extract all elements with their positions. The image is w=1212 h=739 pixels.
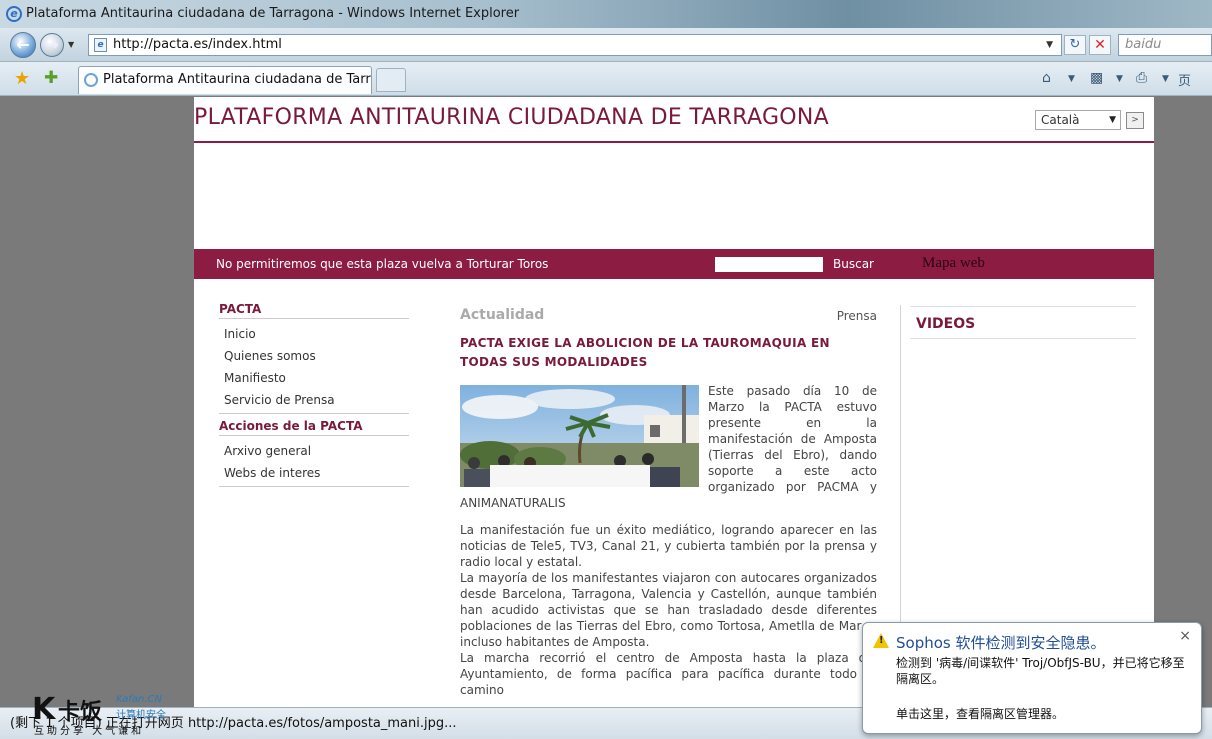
back-arrow-icon: ← bbox=[16, 35, 30, 54]
print-icon[interactable]: ⎙ bbox=[1136, 70, 1147, 86]
site-title: PLATAFORMA ANTITAURINA CIUDADANA DE TARR… bbox=[194, 105, 830, 130]
ie-logo-icon: e bbox=[6, 6, 22, 22]
close-icon[interactable]: × bbox=[1179, 628, 1191, 644]
sitemap-link[interactable]: Mapa web bbox=[922, 255, 985, 272]
language-selected: Català bbox=[1041, 113, 1080, 127]
menu-item-manifiesto[interactable]: Manifiesto bbox=[219, 367, 409, 389]
videos-heading: VIDEOS bbox=[910, 307, 1136, 339]
refresh-button[interactable]: ↻ bbox=[1064, 35, 1086, 55]
tab-label: Plataforma Antitaurina ciudadana de Tarr… bbox=[103, 72, 372, 87]
language-go-button[interactable]: > bbox=[1126, 112, 1144, 129]
sophos-title: Sophos 软件检测到安全隐患。 bbox=[896, 634, 1106, 652]
web-page: PLATAFORMA ANTITAURINA CIUDADANA DE TARR… bbox=[194, 97, 1154, 707]
left-menu: PACTA Inicio Quienes somos Manifiesto Se… bbox=[219, 301, 409, 491]
kafan-url: Kafan.CN bbox=[116, 694, 162, 705]
stop-icon: ✕ bbox=[1094, 37, 1106, 53]
new-tab-button[interactable] bbox=[376, 68, 406, 92]
stop-button[interactable]: ✕ bbox=[1089, 35, 1111, 55]
menu-divider bbox=[219, 486, 409, 487]
slogan: No permitiremos que esta plaza vuelva a … bbox=[216, 257, 549, 271]
forward-button[interactable]: → bbox=[40, 33, 64, 57]
article-paragraph: La marcha recorrió el centro de Amposta … bbox=[460, 651, 877, 697]
slogan-bar: No permitiremos que esta plaza vuelva a … bbox=[194, 249, 1154, 279]
menu-divider bbox=[219, 413, 409, 414]
kafan-tagline: 计算机安全 bbox=[116, 710, 166, 721]
site-search-input[interactable] bbox=[715, 257, 823, 272]
article-paragraph: La manifestación fue un éxito mediático,… bbox=[460, 523, 877, 569]
section-label: Actualidad bbox=[460, 307, 545, 323]
browser-search-placeholder: baidu bbox=[1125, 37, 1162, 52]
menu-item-servicio-prensa[interactable]: Servicio de Prensa bbox=[219, 389, 409, 411]
menu-heading-acciones: Acciones de la PACTA bbox=[219, 418, 409, 436]
window-titlebar: e Plataforma Antitaurina ciudadana de Ta… bbox=[0, 0, 1212, 28]
search-button[interactable]: Buscar bbox=[833, 257, 874, 271]
menu-item-webs-interes[interactable]: Webs de interes bbox=[219, 462, 409, 484]
navigation-bar: ← → ▼ e http://pacta.es/index.html ▼ ↻ ✕… bbox=[0, 28, 1212, 62]
feeds-dropdown-icon[interactable]: ▼ bbox=[1116, 74, 1123, 84]
address-dropdown-icon[interactable]: ▼ bbox=[1046, 35, 1053, 55]
window-title: Plataforma Antitaurina ciudadana de Tarr… bbox=[26, 6, 520, 21]
recent-pages-dropdown-icon[interactable]: ▼ bbox=[68, 40, 74, 49]
menu-heading-pacta: PACTA bbox=[219, 301, 409, 319]
kafan-watermark-logo: K 卡饭 Kafan.CN 计算机安全 互助分享 大气谦和 bbox=[32, 692, 182, 737]
tab-loading-icon bbox=[84, 73, 98, 87]
article-photo[interactable] bbox=[460, 385, 699, 487]
language-select[interactable]: Català ▼ bbox=[1035, 110, 1121, 130]
title-divider bbox=[194, 141, 1154, 143]
menu-item-quienes-somos[interactable]: Quienes somos bbox=[219, 345, 409, 367]
home-dropdown-icon[interactable]: ▼ bbox=[1068, 74, 1075, 84]
warning-icon: ! bbox=[873, 633, 889, 648]
page-menu[interactable]: 页 bbox=[1178, 70, 1191, 89]
sophos-quarantine-link[interactable]: 单击这里，查看隔离区管理器。 bbox=[896, 705, 1064, 722]
article-paragraph: La mayoría de los manifestantes viajaron… bbox=[460, 571, 877, 649]
sophos-notification[interactable]: ! Sophos 软件检测到安全隐患。 × 检测到 '病毒/间谍软件' Troj… bbox=[862, 622, 1202, 734]
menu-item-arxivo-general[interactable]: Arxivo general bbox=[219, 440, 409, 462]
refresh-icon: ↻ bbox=[1069, 37, 1081, 52]
prensa-link[interactable]: Prensa bbox=[837, 309, 877, 323]
forward-arrow-icon: → bbox=[45, 35, 59, 54]
kafan-motto: 互助分享 大气谦和 bbox=[34, 726, 145, 737]
favorites-star-icon[interactable]: ★ bbox=[14, 68, 30, 89]
article-title[interactable]: PACTA EXIGE LA ABOLICION DE LA TAUROMAQU… bbox=[460, 334, 877, 372]
address-bar[interactable]: e http://pacta.es/index.html ▼ bbox=[88, 34, 1062, 56]
home-icon[interactable]: ⌂ bbox=[1042, 70, 1051, 86]
tab-active[interactable]: Plataforma Antitaurina ciudadana de Tarr… bbox=[78, 66, 372, 94]
feeds-icon[interactable]: ▩ bbox=[1090, 70, 1103, 86]
right-column: VIDEOS bbox=[910, 306, 1136, 339]
tab-bar: ★ ✚ Plataforma Antitaurina ciudadana de … bbox=[0, 62, 1212, 96]
browser-search-input[interactable]: baidu bbox=[1118, 34, 1212, 56]
print-dropdown-icon[interactable]: ▼ bbox=[1162, 74, 1169, 84]
sophos-message: 检测到 '病毒/间谍软件' Troj/ObfJS-BU，并已将它移至隔离区。 bbox=[896, 656, 1185, 686]
back-button[interactable]: ← bbox=[10, 32, 36, 58]
add-favorites-icon[interactable]: ✚ bbox=[44, 68, 58, 88]
page-icon: e bbox=[94, 38, 107, 52]
address-url[interactable]: http://pacta.es/index.html bbox=[113, 37, 282, 52]
menu-item-inicio[interactable]: Inicio bbox=[219, 323, 409, 345]
chevron-down-icon: ▼ bbox=[1109, 115, 1116, 125]
